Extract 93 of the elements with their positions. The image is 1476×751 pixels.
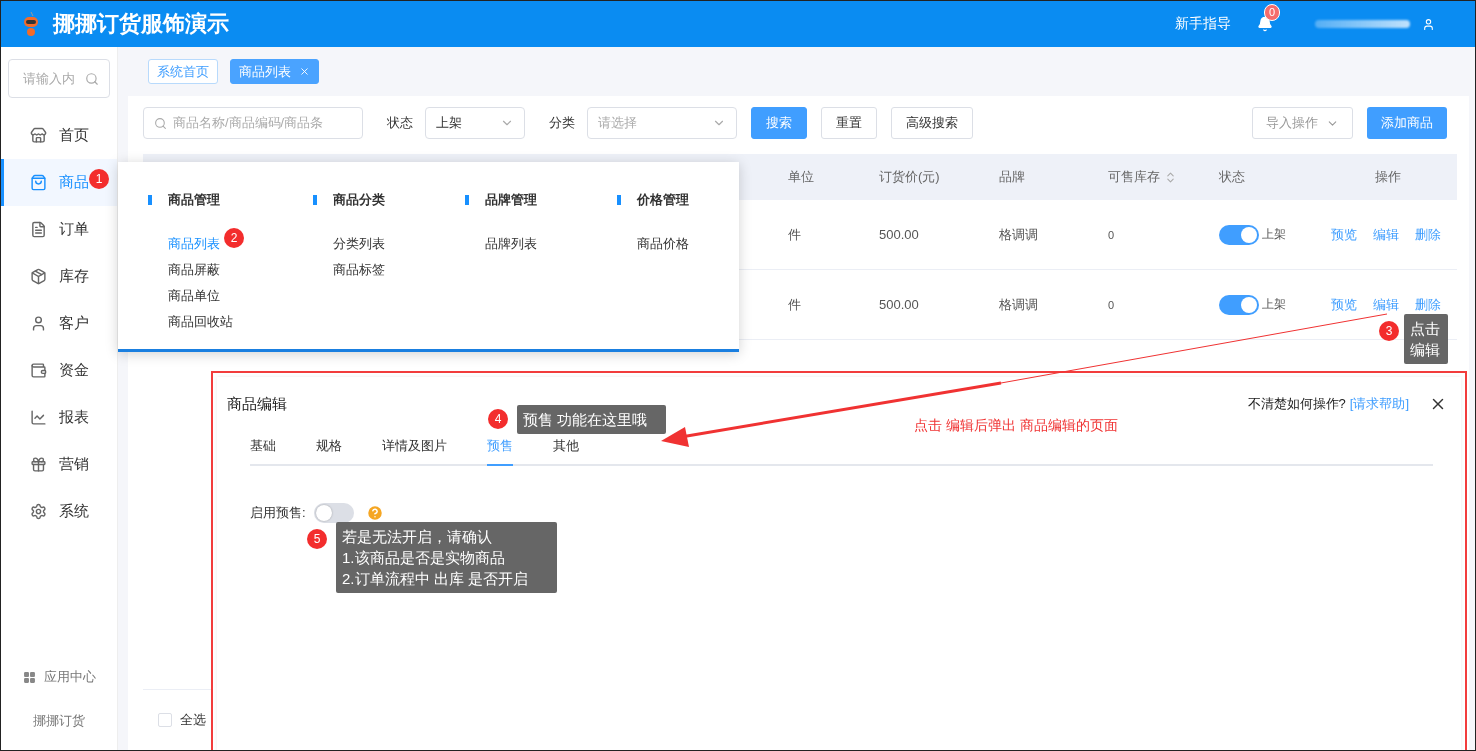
menu-item[interactable]: 商品标签 (333, 257, 385, 283)
table-cell-text: 0 (1108, 228, 1116, 241)
sidebar-label: 资金 (59, 361, 89, 380)
table-cell-text: 件 (788, 225, 802, 244)
app-center-link[interactable]: 应用中心 (22, 668, 96, 686)
annotation-tooltip: 点击编辑 (1404, 314, 1448, 364)
filter-button[interactable]: 重置 (821, 107, 877, 139)
sidebar-label: 首页 (59, 126, 89, 145)
grid-icon (22, 670, 36, 684)
menu-group-title: 商品分类 (333, 191, 385, 209)
column-header: 可售库存 (1108, 168, 1160, 186)
status-select[interactable]: 上架 (425, 107, 525, 139)
sidebar-item[interactable]: 营销 (1, 441, 117, 488)
menu-item[interactable]: 分类列表 (333, 231, 385, 257)
wallet-icon (30, 362, 47, 379)
presale-label: 启用预售: (250, 504, 306, 522)
box-icon (30, 268, 47, 285)
status-label: 状态 (387, 114, 413, 132)
group-marker (465, 195, 469, 205)
search-icon (154, 116, 167, 130)
help-prompt: 不清楚如何操作? (1247, 395, 1346, 413)
column-header: 单位 (788, 168, 814, 186)
dialog-title: 商品编辑 (227, 394, 288, 414)
settings-icon (30, 503, 47, 520)
user-icon[interactable] (1422, 17, 1435, 31)
table-cell-text: 件 (788, 295, 802, 314)
sidebar-label: 订单 (59, 220, 89, 239)
status-switch[interactable] (1219, 224, 1259, 245)
shopping-bag-icon (30, 174, 47, 191)
sidebar-label: 报表 (59, 408, 89, 427)
group-marker (617, 195, 621, 205)
menu-group-title: 价格管理 (637, 191, 689, 209)
sidebar-item[interactable]: 客户 (1, 300, 117, 347)
status-text: 上架 (1262, 226, 1286, 243)
select-all-checkbox[interactable] (158, 713, 172, 727)
table-cell-text: 500.00 (879, 227, 920, 242)
brand-footer: 挪挪订货 (33, 712, 85, 730)
search-icon (85, 71, 99, 86)
app-center-label: 应用中心 (43, 668, 96, 686)
chart-icon (30, 409, 47, 426)
help-icon[interactable] (365, 504, 384, 522)
table-cell-text: 500.00 (879, 297, 920, 312)
sidebar-label: 系统 (59, 502, 89, 521)
app-title: 挪挪订货服饰演示 (53, 10, 230, 38)
sidebar-item[interactable]: 库存 (1, 253, 117, 300)
status-text: 上架 (1262, 296, 1286, 313)
user-icon (30, 315, 47, 332)
dialog-tab[interactable]: 其他 (553, 437, 579, 466)
sidebar-item[interactable]: 资金 (1, 347, 117, 394)
column-header: 订货价(元) (879, 168, 940, 186)
annotation-caption: 点击 编辑后弹出 商品编辑的页面 (914, 417, 1118, 435)
bell-icon[interactable] (1257, 16, 1273, 32)
dialog-tab[interactable]: 详情及图片 (382, 437, 447, 466)
sidebar-label: 营销 (59, 455, 89, 474)
filter-button[interactable]: 高级搜索 (891, 107, 973, 139)
sidebar-item[interactable]: 订单 (1, 206, 117, 253)
menu-item[interactable]: 商品单位 (168, 283, 220, 309)
robot-logo-icon (21, 10, 41, 38)
sort-icon[interactable] (1164, 170, 1177, 184)
dialog-tab[interactable]: 基础 (250, 437, 276, 466)
menu-group-title: 品牌管理 (485, 191, 537, 209)
sidebar-label: 客户 (59, 314, 89, 333)
document-icon (30, 221, 47, 238)
menu-item[interactable]: 品牌列表 (485, 231, 537, 257)
table-cell-text: 格调调 (999, 295, 1039, 314)
sidebar-item[interactable]: 首页 (1, 112, 117, 159)
menu-item[interactable]: 商品价格 (637, 231, 689, 257)
column-header: 操作 (1375, 168, 1401, 186)
gift-icon (30, 456, 47, 473)
column-header: 品牌 (999, 168, 1025, 186)
table-cell-text: 格调调 (999, 225, 1039, 244)
menu-item[interactable]: 商品回收站 (168, 309, 233, 335)
group-marker (148, 195, 152, 205)
status-switch[interactable] (1219, 294, 1259, 315)
menu-group-title: 商品管理 (168, 191, 220, 209)
annotation-tooltip: 若是无法开启，请确认 1.该商品是否是实物商品 2.订单流程中 出库 是否开启 (336, 522, 557, 593)
dialog-tab[interactable]: 规格 (316, 437, 342, 466)
tab-label: 系统首页 (157, 62, 209, 81)
sidebar-item[interactable]: 系统 (1, 488, 117, 535)
sidebar-item[interactable]: 报表 (1, 394, 117, 441)
table-cell-text: 0 (1108, 298, 1116, 311)
category-label: 分类 (549, 114, 575, 132)
presale-switch[interactable] (313, 503, 354, 523)
annotation-tooltip: 预售 功能在这里哦 (517, 405, 666, 434)
select-all-label: 全选 (180, 711, 206, 729)
group-marker (313, 195, 317, 205)
store-icon (30, 127, 47, 144)
tab-label: 商品列表 (239, 62, 291, 81)
sidebar-label: 商品 (59, 173, 89, 192)
menu-item[interactable]: 商品屏蔽 (168, 257, 220, 283)
sidebar-label: 库存 (59, 267, 89, 286)
column-header: 状态 (1219, 168, 1245, 186)
notification-count: 0 (1264, 4, 1281, 21)
